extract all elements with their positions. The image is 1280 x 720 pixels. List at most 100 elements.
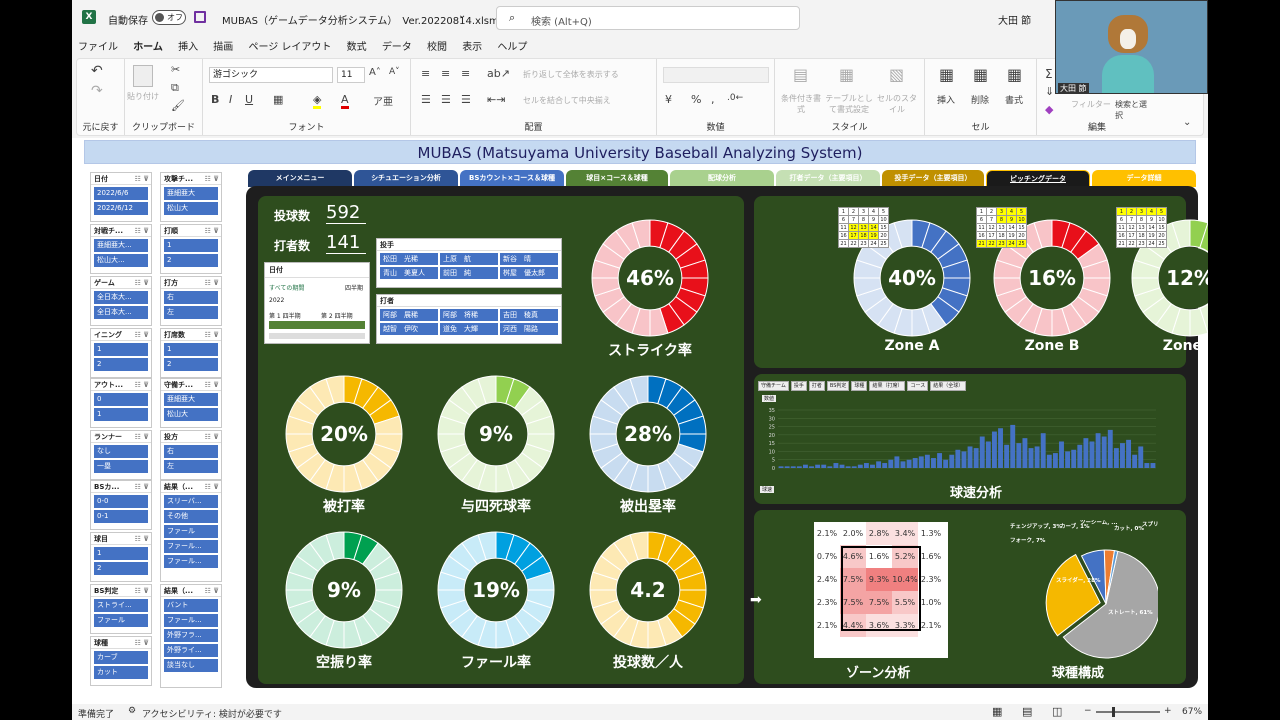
font-color-icon[interactable]: A [341,93,349,109]
speed-filter-button[interactable]: 結果（打席） [869,381,906,391]
clear-filter-icon[interactable]: ☷ ⊽ [135,379,149,391]
delete-cells-button[interactable]: 削除 [971,93,989,106]
clear-filter-icon[interactable]: ☷ ⊽ [135,431,149,443]
pitcher-item[interactable]: 桝屋 優太郎 [500,267,558,279]
timeline-bar[interactable] [269,321,365,329]
slicer-item[interactable]: カーブ [94,651,148,664]
copy-icon[interactable]: ⧉ [171,81,179,95]
tab-file[interactable]: ファイル [78,38,118,58]
shrink-font-icon[interactable]: A˅ [389,67,400,77]
tab-insert[interactable]: 挿入 [178,38,198,58]
tab-help[interactable]: ヘルプ [497,38,527,58]
slicer-item[interactable]: 1 [164,343,218,356]
undo-icon[interactable]: ↶ [91,63,103,79]
slicer-item[interactable]: 0 [94,393,148,406]
indent-icon[interactable]: ⇤⇥ [487,93,505,106]
align-right-icon[interactable]: ☰ [461,93,471,106]
cut-icon[interactable]: ✂ [171,63,180,76]
fill-icon[interactable]: ⇓ [1045,85,1054,98]
clear-filter-icon[interactable]: ☷ ⊽ [135,637,149,649]
nav-tab[interactable]: 打者データ（主要項目） [776,170,880,187]
slicer-item[interactable]: 談当なし [164,659,218,672]
clear-filter-icon[interactable]: ☷ ⊽ [205,431,219,443]
pitcher-item[interactable]: 新谷 晴 [500,253,558,265]
nav-tab[interactable]: データ詳細 [1092,170,1196,187]
pitcher-item[interactable]: 前田 純 [440,267,498,279]
slicer-item[interactable]: 松山大 [164,408,218,421]
speed-filter-button[interactable]: 投手 [790,381,807,391]
slicer-item[interactable]: 全日本大... [94,291,148,304]
borders-icon[interactable]: ▦ [273,93,283,106]
slicer-item[interactable]: カット [94,666,148,679]
comma-icon[interactable]: , [711,93,715,106]
clear-filter-icon[interactable]: ☷ ⊽ [205,225,219,237]
slicer-item[interactable]: 左 [164,306,218,319]
autosave-toggle[interactable]: オフ [152,10,186,25]
tab-review[interactable]: 校閲 [427,38,447,58]
clear-filter-icon[interactable]: ☷ ⊽ [135,329,149,341]
percent-icon[interactable]: % [691,93,701,106]
nav-tab[interactable]: シチュエーション分析 [354,170,458,187]
slicer-item[interactable]: 外野ライ... [164,644,218,657]
page-break-view-icon[interactable]: ◫ [1052,705,1062,718]
slicer-item[interactable]: 1 [94,343,148,356]
merge-center-button[interactable]: セルを結合して中央揃え [523,95,611,106]
slicer-item[interactable]: 亜細亜大 [164,393,218,406]
conditional-format-button[interactable]: 条件付き書式 [781,93,821,115]
speed-filter-button[interactable]: コース [907,381,929,391]
clear-filter-icon[interactable]: ☷ ⊽ [135,585,149,597]
slicer-item[interactable]: 2 [164,254,218,267]
nav-tab[interactable]: BSカウント×コース＆球種 [460,170,564,187]
slicer-item[interactable]: 亜細亜大 [164,187,218,200]
speed-filter-button[interactable]: 打者 [808,381,825,391]
slicer-item[interactable]: ストライ... [94,599,148,612]
nav-tab[interactable]: 配球分析 [670,170,774,187]
clear-filter-icon[interactable]: ☷ ⊽ [205,481,219,493]
clear-filter-icon[interactable]: ☷ ⊽ [135,533,149,545]
pitcher-item[interactable]: 松田 光稀 [380,253,438,265]
find-select-button[interactable]: 検索と選択 [1115,99,1149,121]
batter-item[interactable]: 吉田 稜真 [500,309,558,321]
zoom-slider[interactable] [1096,707,1160,717]
slicer-item[interactable]: 2 [94,562,148,575]
clear-icon[interactable]: ◆ [1045,103,1053,116]
redo-icon[interactable]: ↷ [91,83,103,99]
align-bottom-icon[interactable]: ≡ [461,67,470,80]
batter-item[interactable]: 阿部 将稀 [440,309,498,321]
speed-x-label[interactable]: 球速 [760,486,775,493]
slicer-item[interactable]: その他 [164,510,218,523]
slicer-item[interactable]: ファール [94,614,148,627]
slicer-item[interactable]: 2022/6/12 [94,202,148,215]
slicer-item[interactable]: 亜細亜大... [94,239,148,252]
collapse-ribbon-icon[interactable]: ⌄ [1183,117,1191,128]
nav-tab[interactable]: 投手データ（主要項目） [882,170,984,187]
number-format-select[interactable] [663,67,769,83]
slicer-item[interactable]: 右 [164,291,218,304]
normal-view-icon[interactable]: ▦ [992,705,1002,718]
slicer-item[interactable]: 0-0 [94,495,148,508]
slicer-item[interactable]: 2 [164,358,218,371]
slicer-item[interactable]: ファール... [164,614,218,627]
speed-filter-button[interactable]: 守備チーム [758,381,789,391]
tab-formulas[interactable]: 数式 [347,38,367,58]
user-name[interactable]: 大田 節 [998,12,1031,27]
bold-icon[interactable]: B [211,93,219,106]
currency-icon[interactable]: ¥ [665,93,672,106]
clear-filter-icon[interactable]: ☷ ⊽ [205,379,219,391]
slicer-item[interactable]: ファール... [164,540,218,553]
slicer-item[interactable]: 左 [164,460,218,473]
slicer-item[interactable]: バント [164,599,218,612]
tab-home[interactable]: ホーム [133,38,163,60]
slicer-item[interactable]: 全日本大... [94,306,148,319]
tab-data[interactable]: データ [382,38,412,58]
fill-color-icon[interactable]: ◈ [313,93,322,109]
tab-page-layout[interactable]: ページ レイアウト [248,38,331,58]
slicer-item[interactable]: ファール... [164,555,218,568]
slicer-item[interactable]: 1 [164,239,218,252]
accessibility-icon[interactable]: ⚙ [128,706,136,716]
align-top-icon[interactable]: ≡ [421,67,430,80]
zoom-level[interactable]: 67% [1182,707,1202,717]
speed-filter-button[interactable]: 球種 [851,381,868,391]
slicer-item[interactable]: 一塁 [94,460,148,473]
clear-filter-icon[interactable]: ☷ ⊽ [135,277,149,289]
